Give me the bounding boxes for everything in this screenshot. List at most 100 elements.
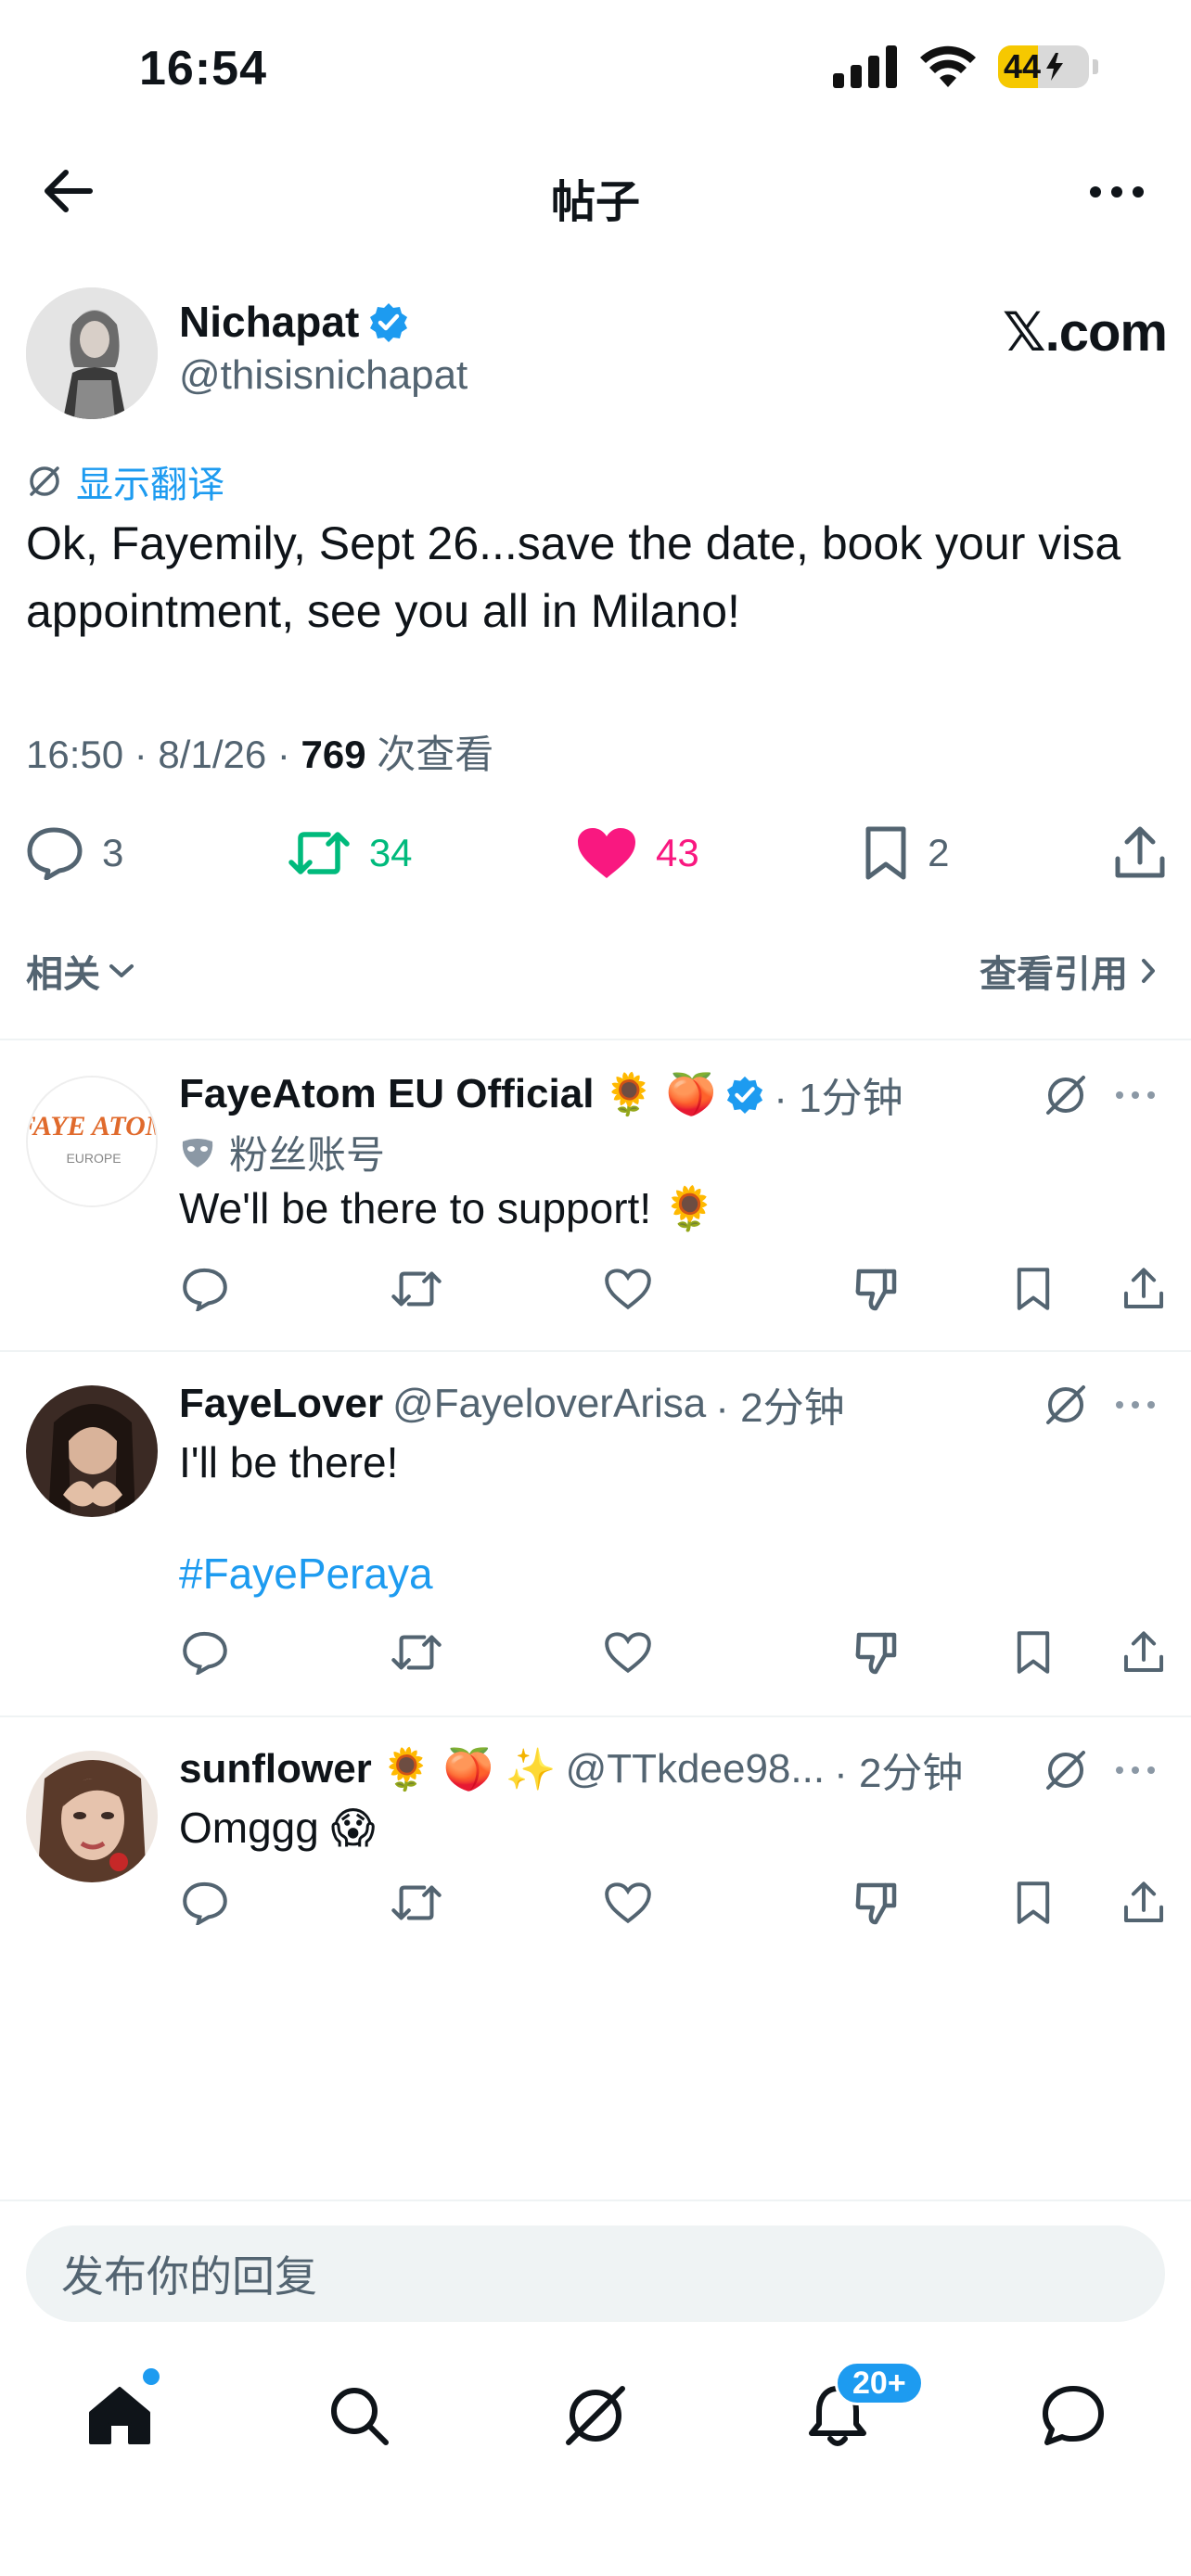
translate-link[interactable]: 显示翻译 xyxy=(26,454,224,508)
reply-header: sunflower 🌻 🍑 ✨ @TTkdee98... · 2分钟 xyxy=(179,1741,963,1797)
reply-actions xyxy=(179,1263,1164,1319)
reply-text: Omggg 😱 xyxy=(179,1804,376,1852)
bookmark-button[interactable]: 2 xyxy=(863,825,950,881)
reply-more-button[interactable] xyxy=(1108,1747,1163,1793)
divider xyxy=(0,1039,1191,1040)
share-button[interactable] xyxy=(1118,1877,1170,1929)
reply-time: · 2分钟 xyxy=(715,1385,845,1431)
bookmark-icon xyxy=(865,826,906,880)
retweet-button[interactable] xyxy=(391,1877,442,1929)
reply-item[interactable]: FayeLover @FayeloverArisa · 2分钟 I'll be … xyxy=(0,1376,1191,1710)
author-handle: @thisisnichapat xyxy=(179,352,468,398)
chevron-right-icon xyxy=(1142,959,1155,983)
retweet-button[interactable] xyxy=(391,1626,442,1678)
more-options-button[interactable] xyxy=(1080,167,1154,217)
reply-button[interactable] xyxy=(179,1263,231,1315)
tab-grok[interactable] xyxy=(554,2374,637,2457)
reply-name-emojis: 🌻 🍑 ✨ xyxy=(380,1747,557,1792)
retweet-icon xyxy=(391,1271,442,1307)
fan-account-label: 粉丝账号 xyxy=(179,1124,385,1180)
verified-badge-icon xyxy=(370,303,408,342)
battery-level: 44 xyxy=(1004,47,1042,85)
tab-notifications[interactable]: 20+ xyxy=(796,2361,924,2457)
grok-icon[interactable] xyxy=(1043,1072,1089,1118)
grok-icon[interactable] xyxy=(1043,1747,1089,1793)
battery-icon: 44 xyxy=(998,45,1089,88)
tab-search[interactable] xyxy=(317,2374,401,2457)
dislike-button[interactable] xyxy=(851,1877,903,1929)
reply-actions xyxy=(179,1626,1164,1682)
reply-name[interactable]: FayeLover xyxy=(179,1381,383,1427)
reply-button[interactable] xyxy=(179,1626,231,1678)
share-button[interactable] xyxy=(1118,1626,1170,1678)
reply-button[interactable]: 3 xyxy=(26,826,123,880)
more-horizontal-icon xyxy=(1116,1766,1155,1774)
search-icon xyxy=(331,2388,389,2445)
chat-bubble-icon xyxy=(1043,2386,1104,2445)
reply-avatar[interactable]: FAYE ATOM EUROPE xyxy=(26,1076,158,1207)
view-count: 769 xyxy=(301,733,366,776)
top-nav: 帖子 xyxy=(0,139,1191,246)
tab-home[interactable] xyxy=(78,2368,161,2457)
reply-name[interactable]: FayeAtom EU Official xyxy=(179,1071,594,1117)
author-avatar[interactable] xyxy=(26,287,158,419)
avatar-logo-text: FAYE ATOM xyxy=(28,1111,158,1141)
post-meta: 16:50 · 8/1/26 · 769 次查看 xyxy=(26,723,493,780)
retweet-icon xyxy=(391,1635,442,1670)
bookmark-icon xyxy=(1017,1881,1050,1924)
reply-button[interactable] xyxy=(179,1877,231,1929)
bookmark-icon xyxy=(1017,1268,1050,1310)
hashtag-link[interactable]: #FayePeraya xyxy=(179,1549,433,1599)
reply-item[interactable]: sunflower 🌻 🍑 ✨ @TTkdee98... · 2分钟 Omggg… xyxy=(0,1741,1191,1927)
reply-name-emojis: 🌻 🍑 xyxy=(603,1072,717,1117)
reply-name[interactable]: sunflower xyxy=(179,1746,372,1792)
share-icon xyxy=(1115,826,1165,878)
like-button[interactable] xyxy=(602,1626,654,1678)
view-quotes-link[interactable]: 查看引用 xyxy=(980,944,1158,998)
like-button[interactable] xyxy=(602,1877,654,1929)
share-button[interactable] xyxy=(1113,825,1167,881)
reply-handle: @FayeloverArisa xyxy=(392,1381,707,1426)
home-icon xyxy=(89,2387,150,2444)
heart-filled-icon xyxy=(577,828,635,878)
share-button[interactable] xyxy=(1118,1263,1170,1315)
author-name[interactable]: Nichapat xyxy=(179,297,409,347)
heart-icon xyxy=(605,1882,651,1924)
thumbs-down-icon xyxy=(855,1269,897,1311)
retweet-button[interactable] xyxy=(391,1263,442,1315)
status-icons: 44 xyxy=(833,45,1098,89)
like-button[interactable] xyxy=(602,1263,654,1315)
reply-avatar[interactable] xyxy=(26,1751,158,1882)
post-timestamp: 16:50 · 8/1/26 · xyxy=(26,733,301,776)
reply-avatar[interactable] xyxy=(26,1385,158,1517)
reply-input[interactable]: 发布你的回复 xyxy=(26,2225,1165,2322)
chevron-down-icon xyxy=(109,964,134,977)
thumbs-down-icon xyxy=(855,1882,897,1925)
dislike-button[interactable] xyxy=(851,1626,903,1678)
source-logo: 𝕏.com xyxy=(1002,302,1168,363)
reply-text: I'll be there! xyxy=(179,1438,399,1486)
grok-translate-icon xyxy=(30,466,59,496)
mask-icon xyxy=(182,1138,213,1167)
retweet-icon xyxy=(391,1885,442,1920)
reply-item[interactable]: FAYE ATOM EUROPE FayeAtom EU Official 🌻 … xyxy=(0,1066,1191,1345)
retweet-button[interactable]: 34 xyxy=(288,827,413,879)
bookmark-button[interactable] xyxy=(1007,1877,1059,1929)
reply-count: 3 xyxy=(102,831,124,874)
related-dropdown[interactable]: 相关 xyxy=(26,944,135,998)
bottom-tab-bar: 20+ xyxy=(0,2337,1191,2485)
wifi-icon xyxy=(920,45,976,87)
grok-icon[interactable] xyxy=(1043,1382,1089,1428)
like-count: 43 xyxy=(655,831,699,874)
reply-more-button[interactable] xyxy=(1108,1382,1163,1428)
reply-more-button[interactable] xyxy=(1108,1072,1163,1118)
heart-icon xyxy=(605,1632,651,1674)
reply-header: FayeAtom EU Official 🌻 🍑 · 1分钟 xyxy=(179,1066,903,1122)
dislike-button[interactable] xyxy=(851,1263,903,1315)
more-horizontal-icon xyxy=(1090,186,1144,198)
tab-messages[interactable] xyxy=(1031,2374,1115,2457)
more-horizontal-icon xyxy=(1116,1401,1155,1409)
bookmark-button[interactable] xyxy=(1007,1626,1059,1678)
like-button[interactable]: 43 xyxy=(576,826,699,880)
bookmark-button[interactable] xyxy=(1007,1263,1059,1315)
